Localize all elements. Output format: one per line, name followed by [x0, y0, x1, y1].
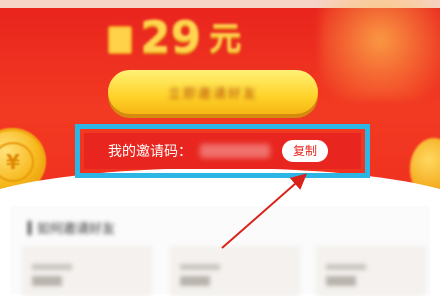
reward-amount-value: 29: [140, 12, 202, 63]
stat-block-2: [170, 246, 300, 296]
invite-friends-button-label: 立即邀请好友: [167, 86, 258, 102]
info-card: 如何邀请好友: [10, 206, 430, 296]
card-title-text: 如何邀请好友: [37, 222, 116, 237]
stat-block-3: [316, 246, 426, 296]
invite-code-row: 我的邀请码： 复制: [84, 133, 361, 169]
stat-block-1: [22, 246, 152, 296]
invite-code-label: 我的邀请码：: [108, 144, 192, 160]
reward-amount: 29 元: [108, 10, 348, 60]
card-title: 如何邀请好友: [28, 218, 115, 237]
copy-button[interactable]: 复制: [282, 140, 329, 162]
reward-amount-unit: 元: [209, 19, 242, 57]
coin-symbol-icon: ¥: [0, 142, 34, 182]
invite-code-value: [200, 144, 270, 158]
card-title-bar: [28, 220, 31, 235]
invite-friends-button[interactable]: 立即邀请好友: [108, 70, 318, 114]
amount-chip-icon: [108, 26, 132, 54]
